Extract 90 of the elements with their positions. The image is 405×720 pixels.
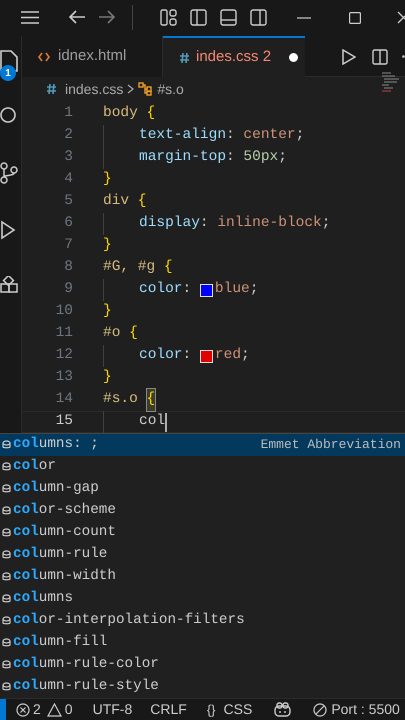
assistant-icon[interactable] <box>274 702 292 717</box>
suggestion-item[interactable]: columns <box>0 588 405 610</box>
code-line: #G, #g { <box>103 258 173 278</box>
run-debug-icon[interactable] <box>0 220 16 240</box>
property-icon <box>2 462 11 472</box>
line-number: 5 <box>63 192 73 212</box>
notification-badge: 1 <box>0 65 16 81</box>
property-icon <box>2 638 11 648</box>
no-entry-icon <box>313 702 328 716</box>
code-line: color: blue; <box>103 279 258 301</box>
line-number: 4 <box>63 170 73 190</box>
run-icon[interactable] <box>342 49 356 65</box>
suggestion-item[interactable]: column-width <box>0 566 405 588</box>
forward-arrow-icon[interactable] <box>98 9 116 25</box>
code-line: #o { <box>103 324 138 344</box>
menu-icon[interactable] <box>20 10 40 25</box>
more-icon[interactable] <box>402 55 405 58</box>
breadcrumb-item[interactable]: indes.css <box>65 78 124 100</box>
line-number: 6 <box>63 214 73 234</box>
back-arrow-icon[interactable] <box>68 9 86 25</box>
code-line: body { <box>103 104 156 124</box>
line-ending-button[interactable]: CRLF <box>150 699 187 720</box>
breadcrumb-item[interactable]: #s.o <box>157 78 184 100</box>
code-line: display: inline-block; <box>103 213 330 235</box>
suggestion-item[interactable]: column-fill <box>0 632 405 654</box>
close-icon[interactable] <box>397 11 405 24</box>
maximize-icon[interactable] <box>349 12 361 24</box>
split-editor-icon[interactable] <box>372 49 388 65</box>
suggestion-item[interactable]: color-scheme <box>0 500 405 522</box>
code-line: } <box>103 236 112 256</box>
line-number: 1 <box>63 104 73 124</box>
search-icon[interactable] <box>0 106 18 126</box>
remote-indicator[interactable] <box>0 698 6 720</box>
source-control-icon[interactable] <box>0 162 18 184</box>
property-icon <box>2 528 11 538</box>
line-number: 13 <box>54 368 73 388</box>
sidebar-panel-icon[interactable] <box>190 9 207 26</box>
line-number: 14 <box>54 390 73 410</box>
warning-icon <box>46 702 62 716</box>
property-icon <box>2 660 11 670</box>
problems-button[interactable]: 2 0 <box>16 699 73 720</box>
line-number: 3 <box>63 148 73 168</box>
line-number: 9 <box>63 280 73 300</box>
line-number: 2 <box>63 126 73 146</box>
error-icon <box>16 702 30 716</box>
code-brackets-icon <box>38 52 50 62</box>
suggestion-item[interactable]: column-rule-style <box>0 676 405 698</box>
code-line: color: red; <box>103 345 250 367</box>
hash-icon <box>179 52 190 64</box>
line-number: 8 <box>63 258 73 278</box>
hash-icon <box>46 83 57 95</box>
suggestion-item[interactable]: column-rule <box>0 544 405 566</box>
minimize-icon[interactable] <box>297 17 311 19</box>
property-icon <box>2 506 11 516</box>
language-mode-button[interactable]: {} CSS <box>206 699 252 720</box>
property-icon <box>2 682 11 692</box>
line-number: 11 <box>54 324 73 344</box>
property-icon <box>2 440 11 450</box>
suggestion-item[interactable]: column-gap <box>0 478 405 500</box>
property-icon <box>2 550 11 560</box>
code-line: } <box>103 368 112 388</box>
suggestion-item[interactable]: column-rule-color <box>0 654 405 676</box>
encoding-button[interactable]: UTF-8 <box>92 699 132 720</box>
code-line: } <box>103 170 112 190</box>
editor-tab[interactable]: indes.css 2 <box>163 36 305 77</box>
chevron-icon <box>127 84 134 94</box>
line-number: 7 <box>63 236 73 256</box>
port-button[interactable]: Port : 5500 <box>313 699 400 720</box>
bottom-panel-icon[interactable] <box>220 9 237 26</box>
line-number: 10 <box>54 302 73 322</box>
code-line: text-align: center; <box>103 125 304 147</box>
property-icon <box>2 484 11 494</box>
suggestion-item[interactable]: color <box>0 456 405 478</box>
layout-icon[interactable] <box>160 9 177 26</box>
extensions-icon[interactable] <box>0 276 18 296</box>
suggestion-item[interactable]: color-interpolation-filters <box>0 610 405 632</box>
code-line: #s.o { <box>103 389 156 411</box>
property-icon <box>2 616 11 626</box>
suggestion-item[interactable]: column-count <box>0 522 405 544</box>
symbol-icon <box>138 82 154 96</box>
property-icon <box>2 572 11 582</box>
suggestion-item[interactable]: columns: ; Emmet Abbreviation <box>0 434 405 456</box>
code-line: } <box>103 302 112 322</box>
line-number: 15 <box>54 412 73 432</box>
property-icon <box>2 594 11 604</box>
right-panel-icon[interactable] <box>250 9 267 26</box>
code-line: div { <box>103 192 146 212</box>
code-line: margin-top: 50px; <box>103 147 287 169</box>
line-number: 12 <box>54 346 73 366</box>
editor-tab[interactable]: idnex.html <box>22 36 163 77</box>
